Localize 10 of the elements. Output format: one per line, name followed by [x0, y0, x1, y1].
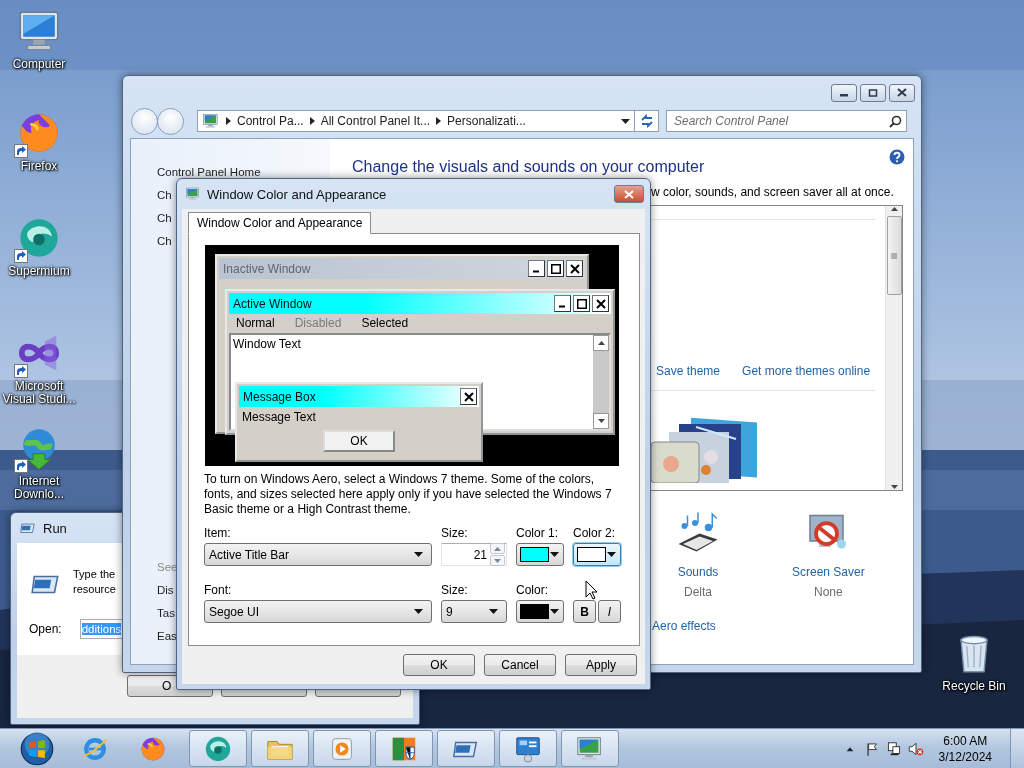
taskbar-button[interactable]: [561, 730, 619, 767]
taskbar-button[interactable]: [437, 730, 495, 767]
taskbar-button[interactable]: [251, 730, 309, 767]
taskbar-button[interactable]: [313, 730, 371, 767]
start-orb-icon[interactable]: [19, 730, 55, 767]
taskbar-button[interactable]: [375, 730, 433, 767]
taskbar-button[interactable]: [499, 730, 557, 767]
clock-time[interactable]: 6:00 AM: [943, 732, 988, 749]
taskbar-button[interactable]: [189, 730, 247, 767]
clock-date[interactable]: 3/12/2024: [938, 748, 992, 765]
